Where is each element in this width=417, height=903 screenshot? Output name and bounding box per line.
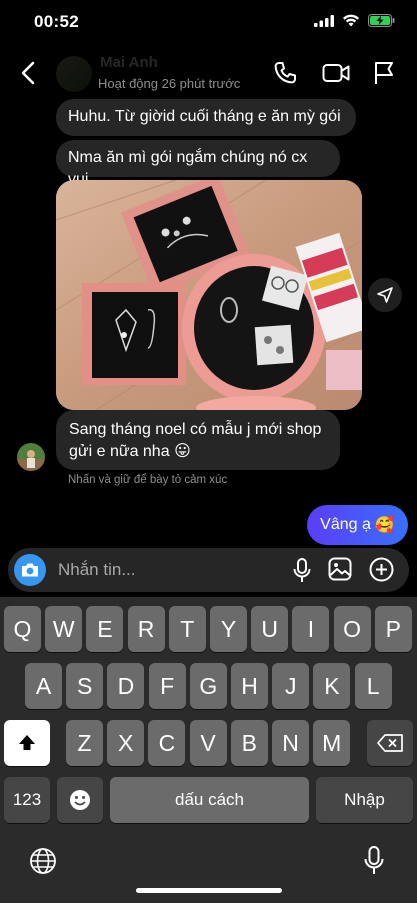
shared-photo-rings[interactable] — [56, 180, 362, 410]
shift-key[interactable] — [4, 720, 50, 766]
key-z[interactable]: Z — [66, 720, 103, 766]
message-text: Vâng ạ — [320, 516, 371, 533]
key-s[interactable]: S — [66, 663, 104, 709]
key-x[interactable]: X — [107, 720, 145, 766]
key-t[interactable]: T — [168, 606, 206, 652]
shift-arrow-icon — [19, 735, 35, 750]
numbers-key[interactable]: 123 — [4, 777, 50, 823]
keyboard: QWERTYUIOP ASDFGHJKL ZXCVBNM 123 dấu các… — [0, 597, 417, 903]
key-u[interactable]: U — [251, 606, 289, 652]
globe-icon[interactable] — [29, 847, 57, 875]
message-bubble[interactable]: Sang tháng noel có mẫu j mới shop gửi e … — [56, 410, 340, 470]
key-k[interactable]: K — [313, 663, 351, 709]
wifi-icon — [343, 14, 359, 27]
key-c[interactable]: C — [148, 720, 186, 766]
status-icons — [314, 14, 395, 27]
camera-button[interactable] — [14, 554, 46, 586]
backspace-key[interactable] — [367, 720, 413, 766]
key-w[interactable]: W — [45, 606, 83, 652]
smiling-hearts-emoji: 🥰 — [374, 517, 395, 534]
sent-message-bubble[interactable]: Vâng ạ 🥰 — [307, 505, 408, 545]
key-g[interactable]: G — [189, 663, 227, 709]
active-status: Hoạt động 26 phút trước — [98, 76, 241, 91]
key-v[interactable]: V — [189, 720, 227, 766]
key-o[interactable]: O — [333, 606, 371, 652]
cellular-signal-icon — [314, 14, 334, 27]
space-key[interactable]: dấu cách — [110, 777, 309, 823]
battery-charging-icon — [368, 14, 395, 27]
microphone-icon[interactable] — [292, 558, 312, 584]
status-bar: 00:52 — [0, 0, 417, 44]
phone-call-icon[interactable] — [272, 60, 298, 86]
message-text: Sang tháng noel có mẫu j mới shop — [69, 421, 322, 438]
backspace-icon — [377, 734, 403, 752]
contact-avatar[interactable] — [56, 56, 92, 92]
key-a[interactable]: A — [25, 663, 62, 709]
message-composer: Nhắn tin... — [8, 548, 409, 592]
add-plus-icon[interactable] — [369, 557, 394, 582]
gallery-icon[interactable] — [328, 557, 352, 581]
chat-header: Mai Anh Hoạt động 26 phút trước — [0, 44, 417, 100]
key-e[interactable]: E — [86, 606, 124, 652]
key-b[interactable]: B — [230, 720, 268, 766]
emoji-face-icon — [70, 790, 90, 810]
share-icon[interactable] — [368, 278, 402, 312]
key-p[interactable]: P — [374, 606, 412, 652]
return-key[interactable]: Nhập — [316, 777, 413, 823]
rings-photo-illustration — [56, 180, 362, 410]
report-flag-icon[interactable] — [372, 60, 396, 86]
message-bubble[interactable]: Nma ăn mì gói ngắm chúng nó cx vui — [56, 140, 340, 188]
key-f[interactable]: F — [148, 663, 186, 709]
key-n[interactable]: N — [272, 720, 309, 766]
key-l[interactable]: L — [354, 663, 392, 709]
contact-name[interactable]: Mai Anh — [100, 54, 158, 71]
message-text: Huhu. Từ giờid cuối tháng e ăn mỳ gói — [68, 108, 341, 125]
key-y[interactable]: Y — [210, 606, 247, 652]
dictation-microphone-icon[interactable] — [363, 846, 385, 876]
message-text: gửi e nữa nha — [69, 443, 170, 460]
reaction-hint: Nhấn và giữ để bày tỏ cảm xúc — [68, 474, 228, 486]
key-r[interactable]: R — [127, 606, 165, 652]
sender-avatar[interactable] — [17, 443, 45, 471]
camera-icon — [22, 563, 38, 577]
clock: 00:52 — [34, 12, 79, 31]
key-q[interactable]: Q — [4, 606, 41, 652]
tongue-emoji: 😛 — [174, 443, 191, 460]
key-m[interactable]: M — [313, 720, 351, 766]
emoji-key[interactable] — [57, 777, 103, 823]
back-arrow-icon[interactable] — [18, 60, 40, 86]
key-j[interactable]: J — [272, 663, 310, 709]
message-input[interactable]: Nhắn tin... — [58, 560, 136, 580]
message-bubble[interactable]: Huhu. Từ giờid cuối tháng e ăn mỳ gói — [56, 99, 356, 136]
key-i[interactable]: I — [292, 606, 330, 652]
home-indicator[interactable] — [136, 888, 282, 893]
video-call-icon[interactable] — [322, 60, 350, 86]
key-d[interactable]: D — [107, 663, 145, 709]
key-h[interactable]: H — [231, 663, 268, 709]
